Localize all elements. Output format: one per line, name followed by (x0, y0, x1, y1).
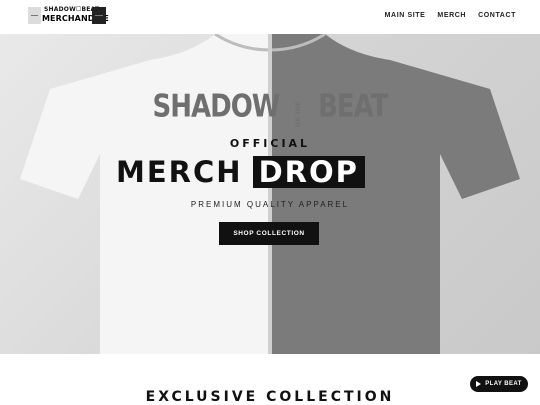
nav-contact[interactable]: CONTACT (478, 12, 516, 19)
headline-drop: DROP (252, 156, 365, 188)
hero-subtitle: PREMIUM QUALITY APPAREL (190, 200, 350, 209)
merch-tag-icon (28, 7, 41, 24)
tshirt-image (20, 34, 520, 354)
shop-collection-button[interactable]: SHOP COLLECTION (219, 222, 319, 245)
brand-word-right: BEAT (318, 89, 388, 125)
site-header: SHADOW☐BEAT MERCHANDISE MAIN SITE MERCH … (0, 0, 540, 34)
logo-line1: SHADOW☐BEAT (44, 6, 100, 13)
nav-main-site[interactable]: MAIN SITE (385, 12, 426, 19)
section-title: EXCLUSIVE COLLECTION (145, 389, 395, 405)
brand-word-left: SHADOW (152, 89, 281, 125)
main-nav: MAIN SITE MERCH CONTACT (385, 12, 516, 19)
tshirt-right-half (270, 34, 520, 354)
brand-word-middle: ON THE (295, 101, 302, 127)
brand-wordmark: SHADOW ON THE BEAT (0, 89, 540, 127)
hero-banner: SHADOW ON THE BEAT OFFICIAL MERCH DROP P… (0, 34, 540, 354)
nav-merch[interactable]: MERCH (437, 12, 466, 19)
tshirt-left-half (20, 34, 270, 354)
tshirt-center-seam (268, 34, 272, 354)
merch-tag-icon (92, 7, 106, 24)
hero-headline: MERCH DROP (116, 156, 365, 188)
play-beat-label: PLAY BEAT (485, 381, 522, 387)
headline-merch: MERCH (116, 155, 243, 189)
site-logo[interactable]: SHADOW☐BEAT MERCHANDISE (28, 6, 109, 26)
play-icon (476, 381, 482, 387)
play-beat-button[interactable]: PLAY BEAT (470, 376, 528, 392)
hero-official-label: OFFICIAL (229, 137, 311, 150)
